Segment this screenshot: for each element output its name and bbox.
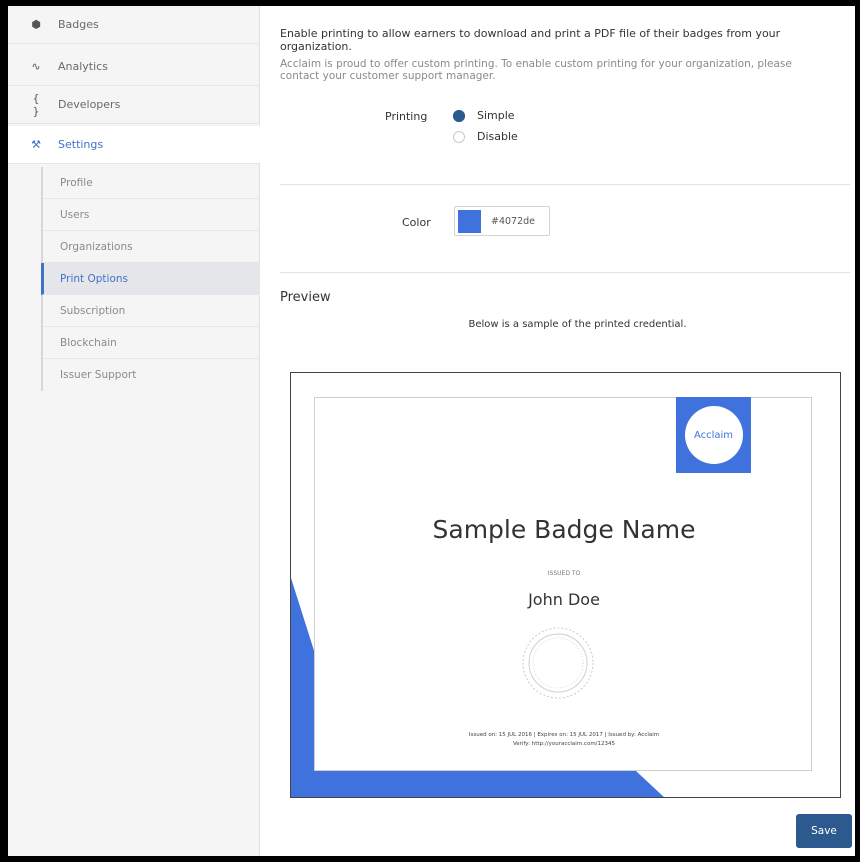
intro-text: Enable printing to allow earners to down… xyxy=(280,27,781,53)
app-window: ⬢ Badges ∿ Analytics { } Developers ⚒ Se… xyxy=(8,6,855,856)
preview-subtitle: Below is a sample of the printed credent… xyxy=(468,319,687,330)
sidebar-item-label: Analytics xyxy=(58,60,108,73)
sidebar-item-analytics[interactable]: ∿ Analytics xyxy=(8,48,260,86)
radio-selected-icon xyxy=(453,109,465,122)
main-content: Enable printing to allow earners to down… xyxy=(260,6,855,856)
printing-simple-radio[interactable]: Simple xyxy=(453,109,515,122)
preview-title: Preview xyxy=(280,290,331,305)
certificate-inner: Acclaim Sample Badge Name ISSUED TO John… xyxy=(314,397,812,771)
certificate-preview: Acclaim Sample Badge Name ISSUED TO John… xyxy=(290,372,841,798)
sidebar: ⬢ Badges ∿ Analytics { } Developers ⚒ Se… xyxy=(8,6,260,856)
sidebar-item-label: Developers xyxy=(58,98,121,111)
sidebar-item-label: Badges xyxy=(58,18,99,31)
divider xyxy=(280,272,850,273)
sidebar-item-badges[interactable]: ⬢ Badges xyxy=(8,6,260,44)
badge-icon: ⬢ xyxy=(31,18,41,31)
custom-printing-note: Acclaim is proud to offer custom printin… xyxy=(280,58,792,82)
divider xyxy=(280,184,850,185)
color-hex-value: #4072de xyxy=(491,215,536,227)
color-label: Color xyxy=(402,216,431,229)
save-button[interactable]: Save xyxy=(796,814,852,848)
radio-unselected-icon xyxy=(453,130,465,143)
subnav-item-print-options[interactable]: Print Options xyxy=(41,263,260,295)
subnav-item-issuer-support[interactable]: Issuer Support xyxy=(43,359,260,391)
certificate-footer-dates: Issued on: 15 JUL 2016 | Expires on: 15 … xyxy=(468,732,660,738)
radio-label: Simple xyxy=(477,109,515,122)
earner-name: John Doe xyxy=(528,590,600,609)
sidebar-item-settings[interactable]: ⚒ Settings xyxy=(8,126,260,164)
certificate-verify-url: Verify: http://youracclaim.com/12345 xyxy=(512,741,616,747)
issuer-logo: Acclaim xyxy=(676,397,751,473)
color-swatch xyxy=(458,209,481,233)
printing-label: Printing xyxy=(385,110,428,123)
subnav-item-blockchain[interactable]: Blockchain xyxy=(43,327,260,359)
subnav-item-organizations[interactable]: Organizations xyxy=(43,231,260,263)
badge-seal-icon xyxy=(522,627,594,699)
badge-name: Sample Badge Name xyxy=(432,515,696,544)
sidebar-item-label: Settings xyxy=(58,138,104,151)
subnav-item-subscription[interactable]: Subscription xyxy=(43,295,260,327)
color-picker[interactable]: #4072de xyxy=(454,206,550,236)
logo-text: Acclaim xyxy=(684,406,743,464)
radio-label: Disable xyxy=(477,130,518,143)
settings-subnav: Profile Users Organizations Print Option… xyxy=(41,167,260,391)
analytics-icon: ∿ xyxy=(31,60,41,73)
issued-to-label: ISSUED TO xyxy=(547,570,581,577)
printing-disable-radio[interactable]: Disable xyxy=(453,130,518,143)
sidebar-item-developers[interactable]: { } Developers xyxy=(8,86,260,124)
subnav-item-profile[interactable]: Profile xyxy=(43,167,260,199)
tools-icon: ⚒ xyxy=(31,138,41,151)
subnav-item-users[interactable]: Users xyxy=(43,199,260,231)
code-braces-icon: { } xyxy=(32,91,40,118)
